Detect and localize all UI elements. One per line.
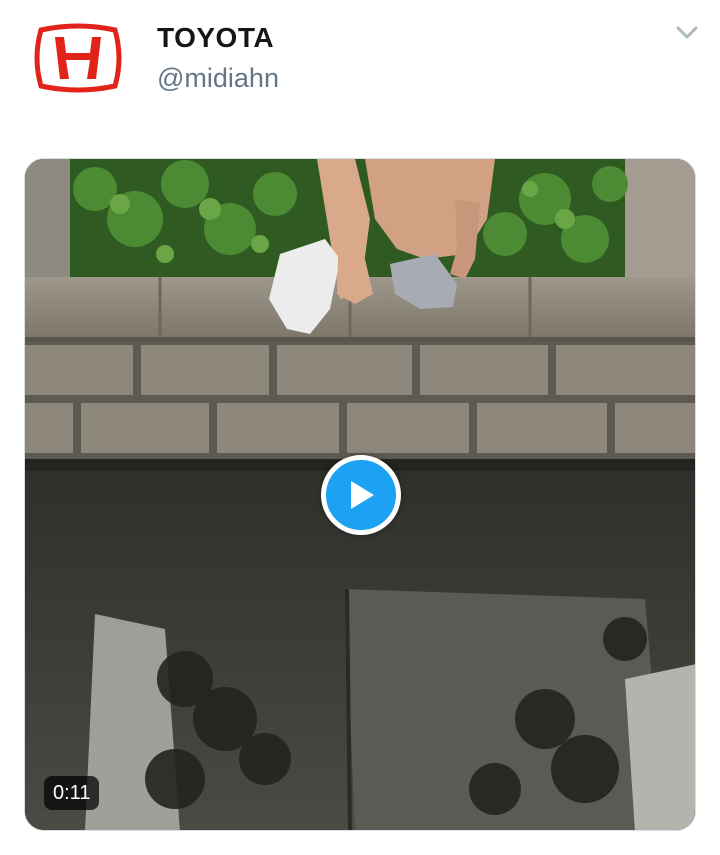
- video-player[interactable]: 0:11: [24, 158, 696, 831]
- chevron-down-icon: [676, 26, 698, 39]
- honda-logo-icon: [34, 23, 122, 93]
- play-button[interactable]: [321, 455, 401, 535]
- tweet-header: TOYOTA @midiahn: [0, 0, 720, 130]
- play-icon: [351, 481, 374, 509]
- video-duration-badge: 0:11: [44, 776, 100, 810]
- avatar[interactable]: [33, 22, 123, 94]
- user-handle[interactable]: @midiahn: [157, 60, 279, 96]
- user-info[interactable]: TOYOTA @midiahn: [157, 20, 279, 96]
- display-name[interactable]: TOYOTA: [157, 20, 279, 56]
- tweet-menu-button[interactable]: [674, 24, 700, 42]
